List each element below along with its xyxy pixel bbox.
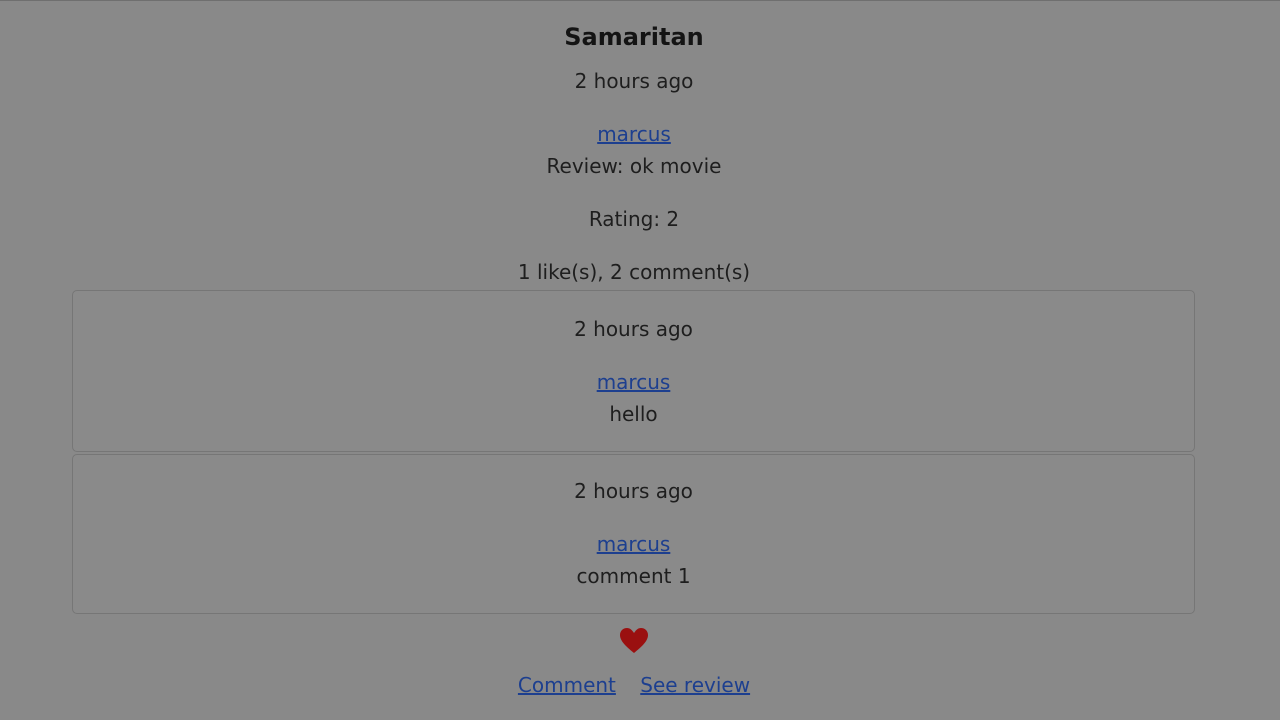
comment-text: hello xyxy=(609,402,658,426)
comment-time: 2 hours ago xyxy=(574,317,693,341)
comment-card: 2 hours ago marcus comment 1 xyxy=(72,454,1195,614)
see-review-link[interactable]: See review xyxy=(640,673,750,697)
review-time: 2 hours ago xyxy=(574,69,694,93)
review-rating: Rating: 2 xyxy=(588,207,680,231)
review-author-row: marcus xyxy=(0,122,1268,146)
comment-time: 2 hours ago xyxy=(574,479,693,503)
heart-icon[interactable] xyxy=(618,625,650,657)
comment-text: comment 1 xyxy=(576,564,691,588)
movie-title: Samaritan xyxy=(564,23,704,51)
comment-author-link[interactable]: marcus xyxy=(597,532,671,556)
comment-author-row: marcus xyxy=(73,370,1194,394)
review-actions: Comment See review xyxy=(0,673,1268,697)
review-page: Samaritan 2 hours ago marcus Review: ok … xyxy=(0,0,1280,720)
comment-link[interactable]: Comment xyxy=(518,673,616,697)
comment-author-row: marcus xyxy=(73,532,1194,556)
review-author-link[interactable]: marcus xyxy=(597,122,671,146)
review-text: Review: ok movie xyxy=(546,154,722,178)
comment-author-link[interactable]: marcus xyxy=(597,370,671,394)
review-stats: 1 like(s), 2 comment(s) xyxy=(517,260,751,284)
comment-card: 2 hours ago marcus hello xyxy=(72,290,1195,452)
